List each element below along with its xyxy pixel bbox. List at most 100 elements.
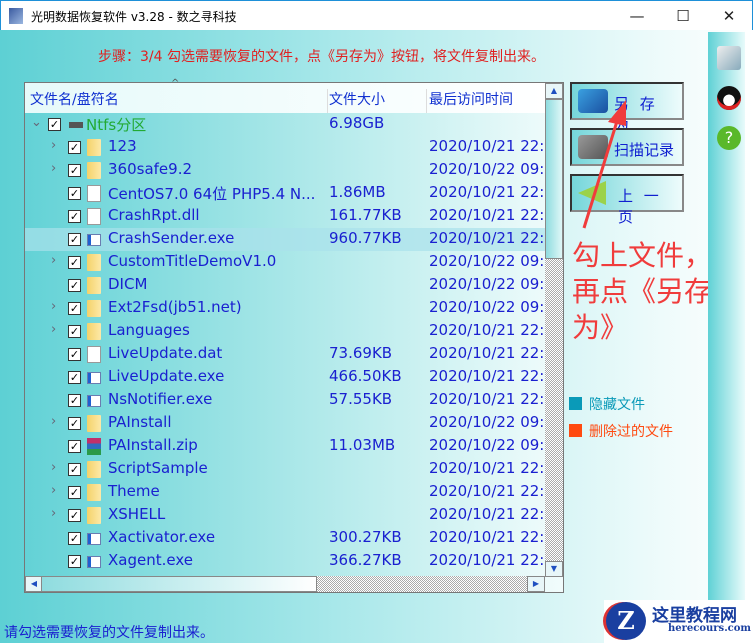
expand-chevron-icon[interactable]: › [51,322,56,337]
table-row[interactable]: › ✓ CustomTitleDemoV1.0 2020/10/22 09:3 [25,251,546,274]
expand-chevron-icon[interactable]: › [51,299,56,314]
last-access-time: 2020/10/21 22:0 [429,183,546,201]
row-checkbox[interactable]: ✓ [68,279,81,292]
table-row[interactable]: › ✓ Ext2Fsd(jb51.net) 2020/10/22 09:2 [25,297,546,320]
table-row[interactable]: ✓ CentOS7.0 64位 PHP5.4 N... 1.86MB 2020/10/… [25,182,546,205]
last-access-time: 2020/10/21 22:0 [429,528,546,546]
row-checkbox[interactable]: ✓ [68,417,81,430]
row-checkbox[interactable]: ✓ [68,394,81,407]
scroll-up-button[interactable]: ▲ [545,83,563,99]
watermark: Z 这里教程网 herecours.com [604,600,753,643]
file-name: LiveUpdate.exe [108,367,225,385]
vertical-scrollbar[interactable]: ▲ ▼ [545,83,563,577]
exe-icon [87,533,101,545]
row-checkbox[interactable]: ✓ [68,463,81,476]
table-row[interactable]: › ✓ XSHELL 2020/10/21 22:0 [25,504,546,527]
file-name: Ntfs分区 [86,116,147,134]
scroll-down-button[interactable]: ▼ [545,561,563,577]
table-row[interactable]: ✓ LiveUpdate.exe 466.50KB 2020/10/21 22:0 [25,366,546,389]
row-checkbox[interactable]: ✓ [68,233,81,246]
row-checkbox[interactable]: ✓ [68,302,81,315]
row-checkbox[interactable]: ✓ [68,164,81,177]
table-row[interactable]: ✓ Xactivator.exe 300.27KB 2020/10/21 22:0 [25,527,546,550]
row-checkbox[interactable]: ✓ [68,509,81,522]
settings-icon[interactable] [717,46,741,70]
help-icon[interactable]: ? [717,126,741,150]
table-row[interactable]: ✓ CrashRpt.dll 161.77KB 2020/10/21 22:0 [25,205,546,228]
table-row[interactable]: › ✓ Theme 2020/10/21 22:0 [25,481,546,504]
row-checkbox[interactable]: ✓ [68,325,81,338]
last-access-time: 2020/10/21 22:0 [429,459,546,477]
file-name: Languages [108,321,190,339]
table-row[interactable]: ✓ LiveUpdate.dat 73.69KB 2020/10/21 22:0 [25,343,546,366]
folder-icon [87,300,101,317]
expand-chevron-icon[interactable]: › [51,253,56,268]
last-access-time: 2020/10/22 09:2 [429,298,546,316]
column-header-name[interactable]: 文件名/盘符名 [30,89,328,113]
last-access-time: 2020/10/22 09:3 [429,436,546,454]
table-row[interactable]: › ✓ 123 2020/10/21 22:0 [25,136,546,159]
maximize-button[interactable]: ☐ [660,4,706,28]
table-row[interactable]: ✓ Xagent.exe 366.27KB 2020/10/21 22:0 [25,550,546,573]
file-icon [87,346,101,363]
expand-chevron-icon[interactable]: › [51,506,56,521]
row-checkbox[interactable]: ✓ [68,371,81,384]
last-access-time: 2020/10/22 09:3 [429,275,546,293]
file-size: 1.86MB [329,183,386,201]
table-row[interactable]: ✓ DICM 2020/10/22 09:3 [25,274,546,297]
horizontal-scrollbar[interactable]: ◀ ▶ [25,576,545,592]
row-checkbox[interactable]: ✓ [68,187,81,200]
file-name: Xactivator.exe [108,528,216,546]
table-row[interactable]: ✓ CrashSender.exe 960.77KB 2020/10/21 22:0 [25,228,546,251]
table-row[interactable]: ⌄ ✓ Ntfs分区 6.98GB [25,113,545,136]
minimize-button[interactable]: — [614,4,660,28]
last-access-time: 2020/10/21 22:0 [429,137,546,155]
legend-hidden-files: 隐藏文件 [569,394,645,414]
table-row[interactable]: ✓ PAInstall.zip 11.03MB 2020/10/22 09:3 [25,435,546,458]
table-row[interactable]: › ✓ Languages 2020/10/21 22:0 [25,320,546,343]
exe-icon [87,556,101,568]
folder-icon [87,507,101,524]
row-checkbox[interactable]: ✓ [68,555,81,568]
row-checkbox[interactable]: ✓ [68,440,81,453]
expand-chevron-icon[interactable]: › [51,414,56,429]
status-bar-text: 请勾选需要恢复的文件复制出来。 [4,625,214,641]
expand-chevron-icon[interactable]: › [51,161,56,176]
close-button[interactable]: ✕ [706,4,752,28]
column-header-size[interactable]: 文件大小 [329,89,427,113]
scroll-right-button[interactable]: ▶ [527,576,545,592]
file-size: 161.77KB [329,206,402,224]
file-tree-list[interactable]: ^ 文件名/盘符名 文件大小 最后访问时间 ⌄ ✓ Ntfs分区 6.98GB › ✓ 12… [24,78,564,593]
last-access-time: 2020/10/21 22:0 [429,482,546,500]
row-checkbox[interactable]: ✓ [68,348,81,361]
row-checkbox[interactable]: ✓ [68,141,81,154]
collapse-chevron-icon[interactable]: ⌄ [31,115,42,130]
prev-page-label: 上 一 页 [618,187,662,226]
file-size: 300.27KB [329,528,402,546]
horizontal-scroll-thumb[interactable] [41,576,317,592]
file-name: LiveUpdate.dat [108,344,223,362]
file-name: XSHELL [108,505,166,523]
expand-chevron-icon[interactable]: › [51,460,56,475]
row-checkbox[interactable]: ✓ [48,118,61,131]
scan-log-button[interactable]: 扫描记录 [570,128,684,166]
table-row[interactable]: › ✓ PAInstall 2020/10/22 09:2 [25,412,546,435]
save-as-button[interactable]: 另 存 为 [570,82,684,134]
file-name: Xagent.exe [108,551,193,569]
table-row[interactable]: › ✓ 360safe9.2 2020/10/22 09:3 [25,159,546,182]
expand-chevron-icon[interactable]: › [51,483,56,498]
table-row[interactable]: ✓ NsNotifier.exe 57.55KB 2020/10/21 22:0 [25,389,546,412]
row-checkbox[interactable]: ✓ [68,210,81,223]
expand-chevron-icon[interactable]: › [51,138,56,153]
row-checkbox[interactable]: ✓ [68,532,81,545]
column-header-date[interactable]: 最后访问时间 [429,89,545,113]
qq-icon[interactable] [717,86,741,110]
vertical-scroll-thumb[interactable] [545,99,563,259]
last-access-time: 2020/10/21 22:0 [429,551,546,569]
row-checkbox[interactable]: ✓ [68,486,81,499]
file-name: 123 [108,137,137,155]
prev-page-button[interactable]: 上 一 页 [570,174,684,226]
table-row[interactable]: › ✓ ScriptSample 2020/10/21 22:0 [25,458,546,481]
last-access-time: 2020/10/21 22:0 [429,390,546,408]
row-checkbox[interactable]: ✓ [68,256,81,269]
